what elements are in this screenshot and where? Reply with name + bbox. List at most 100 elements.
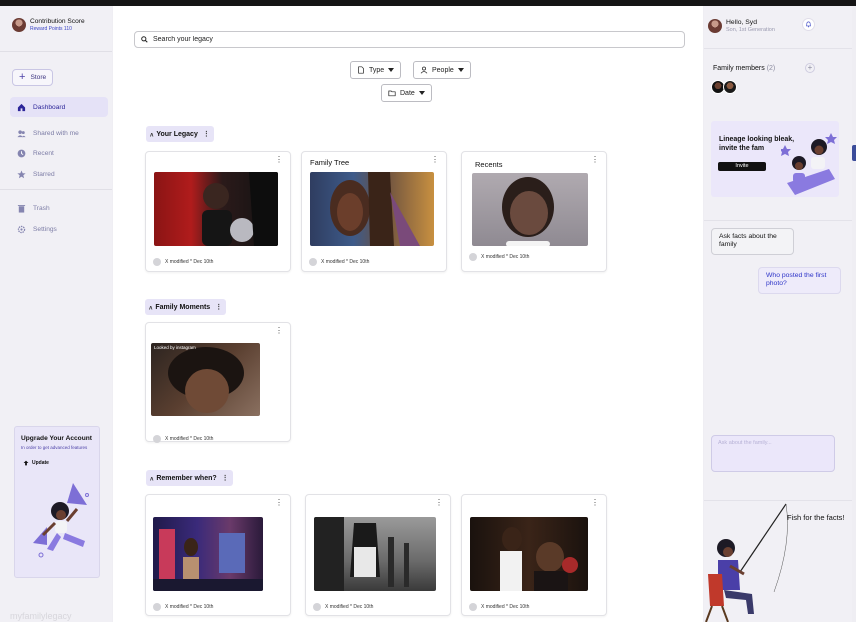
divider — [0, 189, 112, 190]
family-members-count: (2) — [766, 65, 776, 72]
contribution-profile[interactable]: Contribution Score Reward Points 110 — [12, 18, 85, 32]
type-filter-label: Type — [369, 66, 385, 74]
family-members-title: Family members — [713, 65, 765, 72]
more-icon[interactable]: ⋮ — [203, 130, 210, 138]
legacy-card[interactable]: Family Tree ⋮ X modified * Dec 10th — [301, 151, 447, 272]
person-icon — [420, 66, 428, 74]
bell-icon — [806, 21, 811, 28]
invite-button[interactable]: Invite — [718, 162, 766, 171]
more-icon[interactable]: ⋮ — [435, 499, 443, 507]
more-icon[interactable]: ⋮ — [275, 327, 283, 335]
people-filter-label: People — [432, 66, 454, 74]
invite-illustration — [781, 133, 837, 195]
photo-thumbnail — [154, 172, 278, 246]
section-title: Remember when? — [156, 474, 217, 482]
invite-card: Lineage looking bleak, invite the fam In… — [711, 121, 839, 197]
user-profile[interactable]: Hello, Syd Son, 1st Generation — [708, 19, 775, 33]
reward-points-label: Reward Points 110 — [30, 26, 72, 32]
update-button-label: Update — [32, 460, 49, 466]
photo-thumbnail — [153, 517, 263, 591]
sidebar-item-label: Trash — [33, 204, 50, 212]
more-icon[interactable]: ⋮ — [215, 303, 222, 311]
upload-icon — [23, 460, 29, 466]
sidebar-item-trash[interactable]: Trash — [10, 198, 108, 218]
photo-thumbnail — [310, 172, 434, 246]
upgrade-card: Upgrade Your Account In order to get adv… — [14, 426, 100, 578]
panel-edge-tab[interactable] — [852, 145, 856, 161]
folder-icon — [388, 90, 396, 97]
sidebar-item-settings[interactable]: Settings — [10, 219, 108, 239]
chevron-up-icon: v — [149, 304, 153, 310]
upgrade-title: Upgrade Your Account — [21, 435, 92, 442]
card-meta: X modified * Dec 10th — [469, 603, 529, 611]
more-icon[interactable]: ⋮ — [222, 474, 229, 482]
divider — [704, 500, 852, 501]
card-meta-text: X modified * Dec 10th — [165, 259, 214, 265]
store-button[interactable]: + Store — [12, 69, 54, 86]
card-meta-text: X modified * Dec 10th — [165, 604, 214, 610]
card-meta: X modified * Dec 10th — [153, 258, 213, 266]
search-icon — [141, 36, 148, 43]
member-avatar[interactable] — [723, 80, 737, 94]
left-sidebar: Contribution Score Reward Points 110 + S… — [0, 6, 112, 622]
more-icon[interactable]: ⋮ — [591, 499, 599, 507]
card-meta-text: X modified * Dec 10th — [481, 254, 530, 260]
right-panel: Hello, Syd Son, 1st Generation Family me… — [704, 6, 852, 622]
notification-button[interactable] — [802, 18, 815, 31]
photo-thumbnail — [470, 517, 588, 591]
card-meta: X modified * Dec 10th — [469, 253, 529, 261]
sidebar-item-dashboard[interactable]: Dashboard — [10, 97, 108, 117]
moment-card[interactable]: ⋮ Looked by instagram X modified * Dec 1… — [145, 322, 291, 443]
update-button[interactable]: Update — [23, 460, 49, 466]
home-icon — [17, 103, 26, 111]
more-icon[interactable]: ⋮ — [431, 156, 439, 164]
main-content: Type People Date v Your Legacy ⋮ ⋮ — [113, 6, 703, 622]
card-meta: X modified * Dec 10th — [309, 258, 369, 266]
card-meta-text: X modified * Dec 10th — [321, 259, 370, 265]
memory-card[interactable]: ⋮ X modified * Dec 10th — [461, 494, 607, 616]
section-remember-when[interactable]: v Remember when? ⋮ — [146, 470, 233, 486]
sidebar-item-label: Dashboard — [33, 103, 66, 111]
caret-down-icon — [418, 91, 425, 95]
search-bar[interactable] — [134, 31, 685, 48]
section-your-legacy[interactable]: v Your Legacy ⋮ — [146, 126, 214, 142]
section-title: Family Moments — [155, 303, 211, 311]
trash-icon — [17, 204, 26, 213]
ask-facts-chip[interactable]: Ask facts about the family — [711, 228, 794, 255]
photo-thumbnail — [472, 173, 588, 246]
search-input[interactable] — [153, 36, 653, 43]
family-members-label: Family members (2) — [713, 65, 775, 72]
sidebar-item-label: Shared with me — [33, 129, 79, 137]
memory-card[interactable]: ⋮ X modified * Dec 10th — [145, 494, 291, 616]
card-meta-text: X modified * Dec 10th — [165, 436, 214, 442]
type-filter[interactable]: Type — [350, 61, 402, 79]
avatar — [469, 603, 477, 611]
sidebar-item-recent[interactable]: Recent — [10, 143, 108, 163]
clock-icon — [17, 149, 26, 157]
gear-icon — [17, 225, 26, 233]
plus-icon: + — [19, 71, 26, 83]
divider — [704, 220, 852, 221]
section-title: Your Legacy — [156, 130, 198, 138]
avatar — [469, 253, 477, 261]
who-posted-chip[interactable]: Who posted the first photo? — [758, 267, 841, 294]
more-icon[interactable]: ⋮ — [275, 499, 283, 507]
more-icon[interactable]: ⋮ — [275, 156, 283, 164]
avatar — [309, 258, 317, 266]
memory-card[interactable]: ⋮ X modified * Dec 10th — [305, 494, 451, 616]
section-family-moments[interactable]: v Family Moments ⋮ — [145, 299, 227, 315]
more-icon[interactable]: ⋮ — [591, 156, 599, 164]
ask-family-input[interactable] — [711, 435, 835, 472]
date-filter[interactable]: Date — [381, 84, 432, 102]
add-member-button[interactable]: + — [805, 63, 815, 73]
fish-for-facts-label: Fish for the facts! — [787, 513, 845, 522]
caret-down-icon — [388, 68, 395, 72]
people-filter[interactable]: People — [413, 61, 471, 79]
sidebar-item-starred[interactable]: Starred — [10, 164, 108, 184]
sidebar-item-label: Settings — [33, 225, 57, 233]
avatar — [708, 19, 722, 33]
sidebar-item-shared[interactable]: Shared with me — [10, 123, 108, 143]
photo-thumbnail: Looked by instagram — [151, 343, 260, 416]
legacy-card[interactable]: Recents ⋮ X modified * Dec 10th — [461, 151, 607, 272]
legacy-card[interactable]: ⋮ X modified * Dec 10th — [145, 151, 291, 272]
